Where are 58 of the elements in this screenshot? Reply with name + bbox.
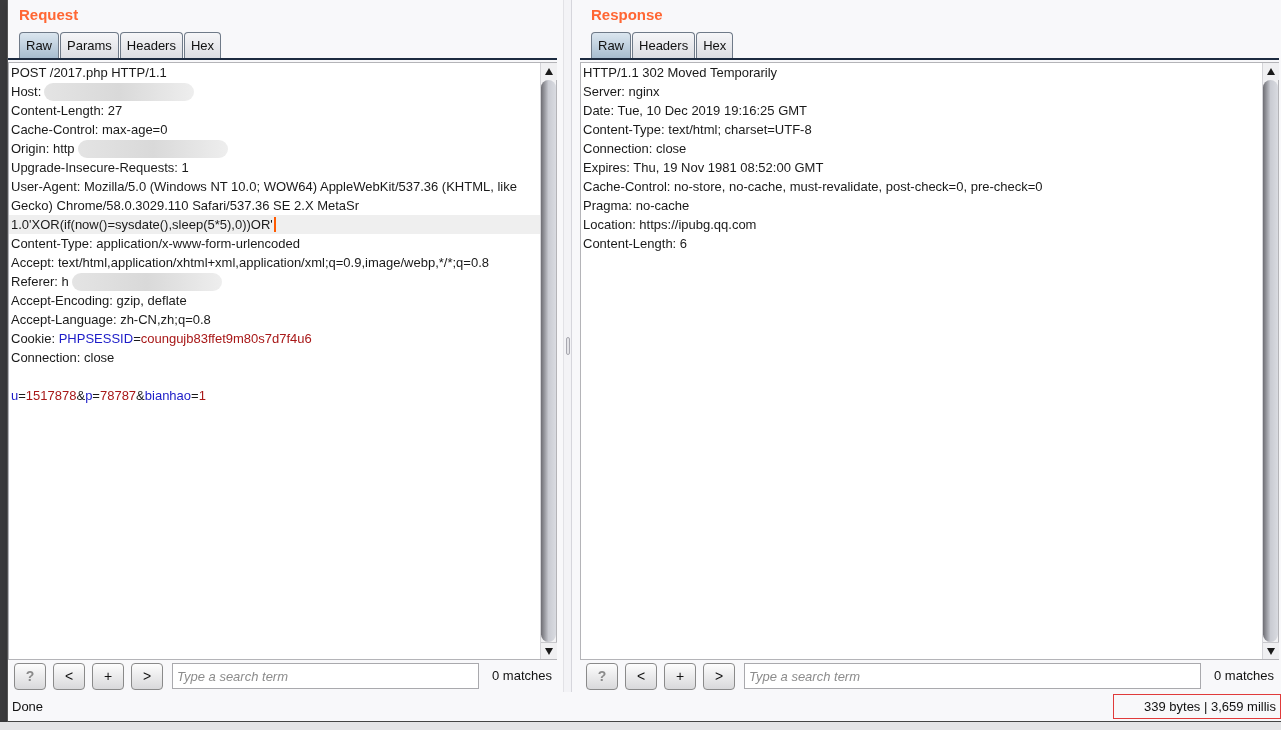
text-editor[interactable] [8, 62, 557, 660]
text-line: Content-Length: 6 [583, 234, 688, 253]
tab[interactable]: Headers [632, 32, 696, 58]
match-count: 0 matches [492, 667, 552, 686]
text-line: Location: https://ipubg.qq.com [583, 215, 757, 234]
panel-title: Response [591, 6, 663, 23]
text-line: Connection: close [11, 348, 115, 367]
tab[interactable]: Headers [119, 32, 183, 58]
text-line: Connection: close [583, 139, 687, 158]
search-field[interactable]: Type a search term [744, 663, 1201, 689]
text-line: Accept: text/html,application/xhtml+xml,application/xml;q=0.9,image/webp,*/*;q=0.8 [11, 253, 489, 272]
text-line: Referer: h [11, 272, 69, 291]
text-line: Gecko) Chrome/58.0.3029.110 Safari/537.36 SE 2.X MetaSr [11, 196, 360, 215]
search-nav-button[interactable]: + [92, 662, 124, 690]
tab[interactable]: Raw [19, 32, 59, 58]
text-line: Cache-Control: max-age=0 [11, 120, 168, 139]
tab[interactable]: Hex [183, 32, 222, 58]
scrollbar-thumb[interactable] [1263, 80, 1278, 642]
tab[interactable]: Params [60, 32, 119, 58]
text-line: Cookie: PHPSESSID=coungujb83ffet9m80s7d7f4u6 [11, 329, 312, 348]
text-line: Origin: http [11, 139, 75, 158]
panel-title: Request [19, 6, 79, 23]
tab[interactable]: Hex [696, 32, 734, 58]
scrollbar-thumb[interactable] [541, 80, 556, 642]
search-nav-button[interactable]: > [131, 662, 163, 690]
text-line: Expires: Thu, 19 Nov 1981 08:52:00 GMT [583, 158, 824, 177]
down-arrow-icon [545, 647, 553, 655]
up-arrow-icon [545, 68, 553, 75]
text-line: Accept-Encoding: gzip, deflate [11, 291, 187, 310]
text-line: Server: nginx [583, 82, 660, 101]
text-line: Content-Type: application/x-www-form-urlencoded [11, 234, 300, 253]
text-line: Content-Type: text/html; charset=UTF-8 [583, 120, 812, 139]
text-line: u=1517878&p=78787&bianhao=1 [11, 386, 206, 405]
response-stats: 339 bytes | 3,659 millis [1113, 694, 1281, 719]
text-line: Cache-Control: no-store, no-cache, must-revalidate, post-check=0, pre-check=0 [583, 177, 1043, 196]
text-line: Pragma: no-cache [583, 196, 690, 215]
text-line: POST /2017.php HTTP/1.1 [11, 63, 167, 82]
text-line: Accept-Language: zh-CN,zh;q=0.8 [11, 310, 211, 329]
tab[interactable]: Raw [591, 32, 631, 58]
search-nav-button[interactable]: > [703, 662, 735, 690]
text-line: User-Agent: Mozilla/5.0 (Windows NT 10.0; WOW64) AppleWebKit/537.36 (KHTML, like [11, 177, 517, 196]
text-line: HTTP/1.1 302 Moved Temporarily [583, 63, 778, 82]
up-arrow-icon [1267, 68, 1275, 75]
scroll-down-button[interactable] [541, 642, 557, 659]
scroll-down-button[interactable] [1263, 642, 1279, 659]
match-count: 0 matches [1214, 667, 1274, 686]
text-line: Upgrade-Insecure-Requests: 1 [11, 158, 189, 177]
search-field[interactable]: Type a search term [172, 663, 479, 689]
status-text: Done [12, 697, 44, 716]
search-nav-button[interactable]: + [664, 662, 696, 690]
text-line: Host: [11, 82, 42, 101]
text-line: Date: Tue, 10 Dec 2019 19:16:25 GMT [583, 101, 808, 120]
down-arrow-icon [1267, 647, 1275, 655]
text-line: Content-Length: 27 [11, 101, 123, 120]
grip-icon [565, 337, 570, 355]
text-line: 1.0'XOR(if(now()=sysdate(),sleep(5*5),0))OR' [11, 215, 273, 234]
search-nav-button[interactable]: < [625, 662, 657, 690]
search-nav-button[interactable]: < [53, 662, 85, 690]
